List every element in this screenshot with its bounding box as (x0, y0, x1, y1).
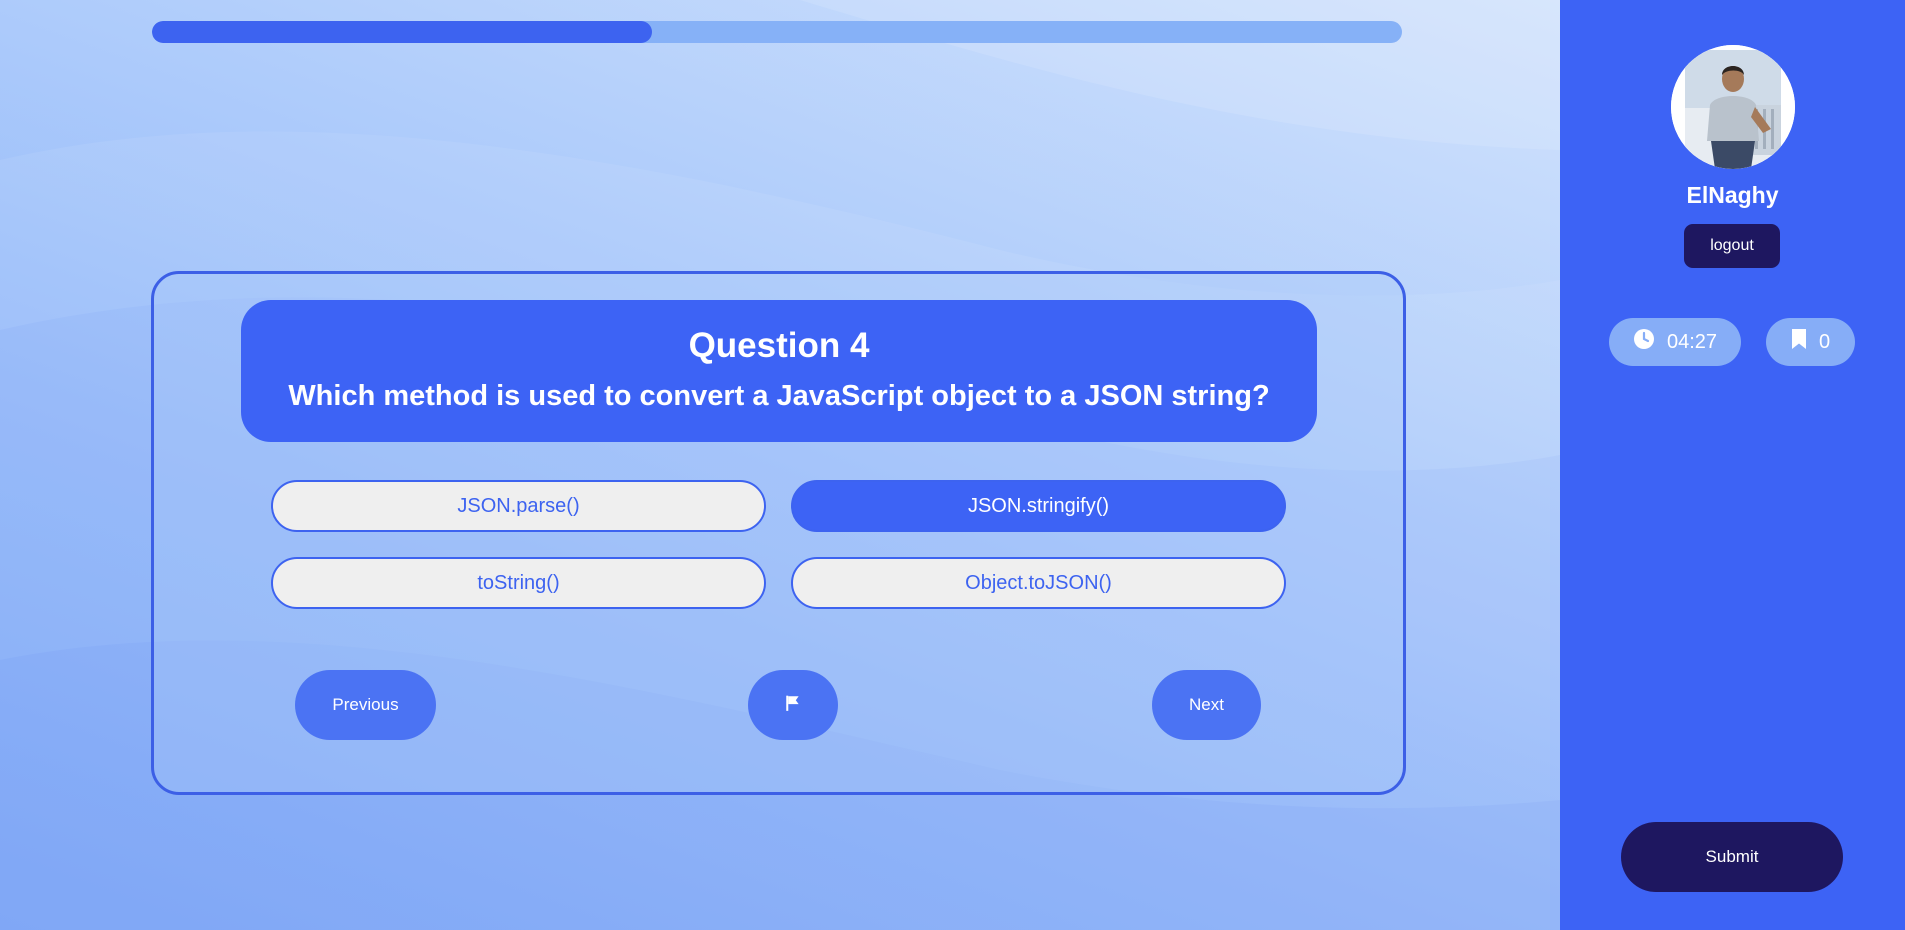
main-area: Question 4 Which method is used to conve… (0, 0, 1560, 930)
user-photo (1671, 45, 1795, 169)
submit-button[interactable]: Submit (1621, 822, 1843, 892)
flag-button[interactable] (748, 670, 838, 740)
username: ElNaghy (1686, 182, 1779, 208)
quiz-card: Question 4 Which method is used to conve… (151, 271, 1406, 795)
progress-fill (152, 21, 652, 43)
quiz-app: Question 4 Which method is used to conve… (0, 0, 1905, 930)
question-box: Question 4 Which method is used to conve… (241, 300, 1317, 442)
avatar (1671, 45, 1795, 169)
submit-label: Submit (1705, 847, 1759, 866)
answer-option[interactable]: toString() (271, 557, 766, 609)
logout-label: logout (1710, 237, 1754, 254)
answer-option[interactable]: JSON.stringify() (791, 480, 1286, 532)
bookmark-icon (1791, 328, 1807, 356)
timer-display: 04:27 (1609, 318, 1741, 366)
timer-value: 04:27 (1666, 330, 1718, 353)
flag-icon (784, 694, 802, 717)
previous-button-label: Previous (332, 695, 399, 714)
progress-bar (152, 21, 1402, 43)
sidebar: ElNaghy logout 04:27 0 Submit (1560, 0, 1905, 930)
previous-button[interactable]: Previous (295, 670, 436, 740)
answer-option[interactable]: Object.toJSON() (791, 557, 1286, 609)
next-button-label: Next (1189, 695, 1224, 714)
question-text: Which method is used to convert a JavaSc… (288, 380, 1270, 412)
question-number: Question 4 (688, 326, 870, 365)
bookmark-counter: 0 (1766, 318, 1855, 366)
next-button[interactable]: Next (1152, 670, 1261, 740)
logout-button[interactable]: logout (1684, 224, 1780, 268)
bookmark-count: 0 (1818, 330, 1831, 353)
clock-icon (1633, 328, 1655, 356)
answer-option[interactable]: JSON.parse() (271, 480, 766, 532)
